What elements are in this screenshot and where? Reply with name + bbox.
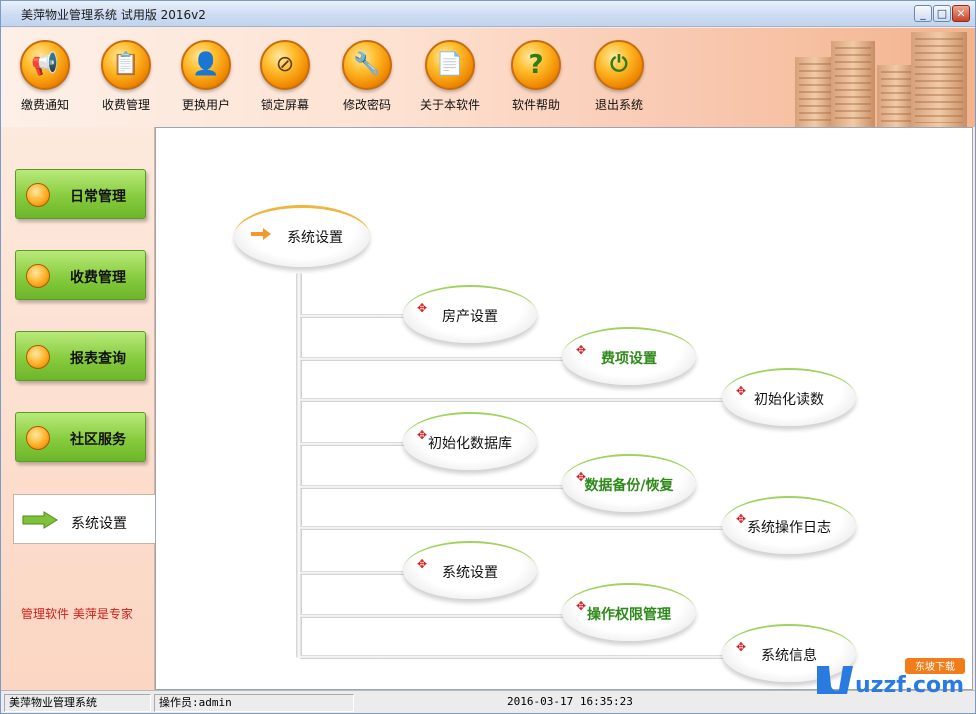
lock-screen-icon: ⊘ [260, 40, 310, 90]
tree-branch [300, 571, 410, 575]
node-permission-management[interactable]: ✥ 操作权限管理 [562, 583, 696, 641]
orb-icon [26, 345, 50, 369]
power-icon: ⏻ [594, 40, 644, 90]
sidebar: 日常管理 收费管理 报表查询 社区服务 系统设置 管理软件 美萍是专家 [1, 127, 156, 690]
node-initial-readings[interactable]: ✥ 初始化读数 [722, 368, 856, 426]
megaphone-icon: 📢 [20, 40, 70, 90]
arrow-right-icon [22, 511, 58, 529]
orb-icon [26, 183, 50, 207]
tree-branch [300, 526, 730, 530]
tree-branch [300, 485, 570, 489]
status-app-name: 美萍物业管理系统 [4, 694, 151, 712]
user-switch-icon: 👤 [181, 40, 231, 90]
tree-root-system-settings: 系统设置 [234, 205, 370, 267]
settings-panel: 系统设置 ✥ 房产设置 ✥ 费项设置 ✥ 初始化读数 ✥ 初始化数据库 ✥ 数据… [155, 127, 973, 690]
toolbar-change-password-button[interactable]: 🔧 修改密码 [332, 40, 402, 113]
slogan-text: 管理软件 美萍是专家 [21, 607, 133, 621]
sidebar-item-daily[interactable]: 日常管理 [15, 169, 146, 219]
uzzf-logo-icon: 东坡下载 uzzf.com [817, 658, 965, 698]
key-icon: 🔧 [342, 40, 392, 90]
minimize-button[interactable]: _ [914, 5, 932, 22]
tree-branch [300, 314, 410, 318]
orb-icon [26, 264, 50, 288]
receipt-icon: 📋 [101, 40, 151, 90]
node-init-database[interactable]: ✥ 初始化数据库 [403, 412, 537, 470]
toolbar-exit-button[interactable]: ⏻ 退出系统 [584, 40, 654, 113]
tree-branch [300, 655, 730, 659]
about-icon: 📄 [425, 40, 475, 90]
tree-branch [300, 614, 570, 618]
close-button[interactable]: ✕ [952, 5, 970, 22]
buildings-illustration [785, 28, 975, 127]
main-window: 美萍物业管理系统 试用版 2016v2 _ □ ✕ 📢 缴费通知 📋 收费管理 … [0, 0, 976, 714]
help-icon: ? [511, 40, 561, 90]
sidebar-item-reports[interactable]: 报表查询 [15, 331, 146, 381]
tree-branch [300, 442, 410, 446]
status-operator: 操作员:admin [154, 694, 354, 712]
node-fee-settings[interactable]: ✥ 费项设置 [562, 327, 696, 385]
toolbar-payment-notice-button[interactable]: 📢 缴费通知 [10, 40, 80, 113]
toolbar-switch-user-button[interactable]: 👤 更换用户 [171, 40, 241, 113]
node-operation-log[interactable]: ✥ 系统操作日志 [722, 496, 856, 554]
sidebar-item-system-settings[interactable]: 系统设置 [13, 494, 156, 544]
toolbar-charge-management-button[interactable]: 📋 收费管理 [91, 40, 161, 113]
window-title: 美萍物业管理系统 试用版 2016v2 [21, 8, 206, 22]
node-property-settings[interactable]: ✥ 房产设置 [403, 285, 537, 343]
toolbar-lock-screen-button[interactable]: ⊘ 锁定屏幕 [250, 40, 320, 113]
watermark-logo: 东坡下载 uzzf.com [809, 656, 969, 700]
svg-text:东坡下载: 东坡下载 [915, 660, 955, 673]
sidebar-item-charges[interactable]: 收费管理 [15, 250, 146, 300]
svg-text:uzzf.com: uzzf.com [855, 673, 964, 698]
maximize-button[interactable]: □ [933, 5, 951, 22]
title-bar: 美萍物业管理系统 试用版 2016v2 _ □ ✕ [1, 1, 975, 27]
toolbar-about-button[interactable]: 📄 关于本软件 [415, 40, 485, 113]
sidebar-item-community[interactable]: 社区服务 [15, 412, 146, 462]
orb-icon [26, 426, 50, 450]
tree-branch [300, 357, 570, 361]
tree-branch [300, 398, 730, 402]
node-system-settings[interactable]: ✥ 系统设置 [403, 541, 537, 599]
tree-trunk [296, 273, 302, 658]
status-datetime: 2016-03-17 16:35:23 [507, 695, 633, 708]
node-backup-restore[interactable]: ✥ 数据备份/恢复 [562, 454, 696, 512]
toolbar-help-button[interactable]: ? 软件帮助 [501, 40, 571, 113]
